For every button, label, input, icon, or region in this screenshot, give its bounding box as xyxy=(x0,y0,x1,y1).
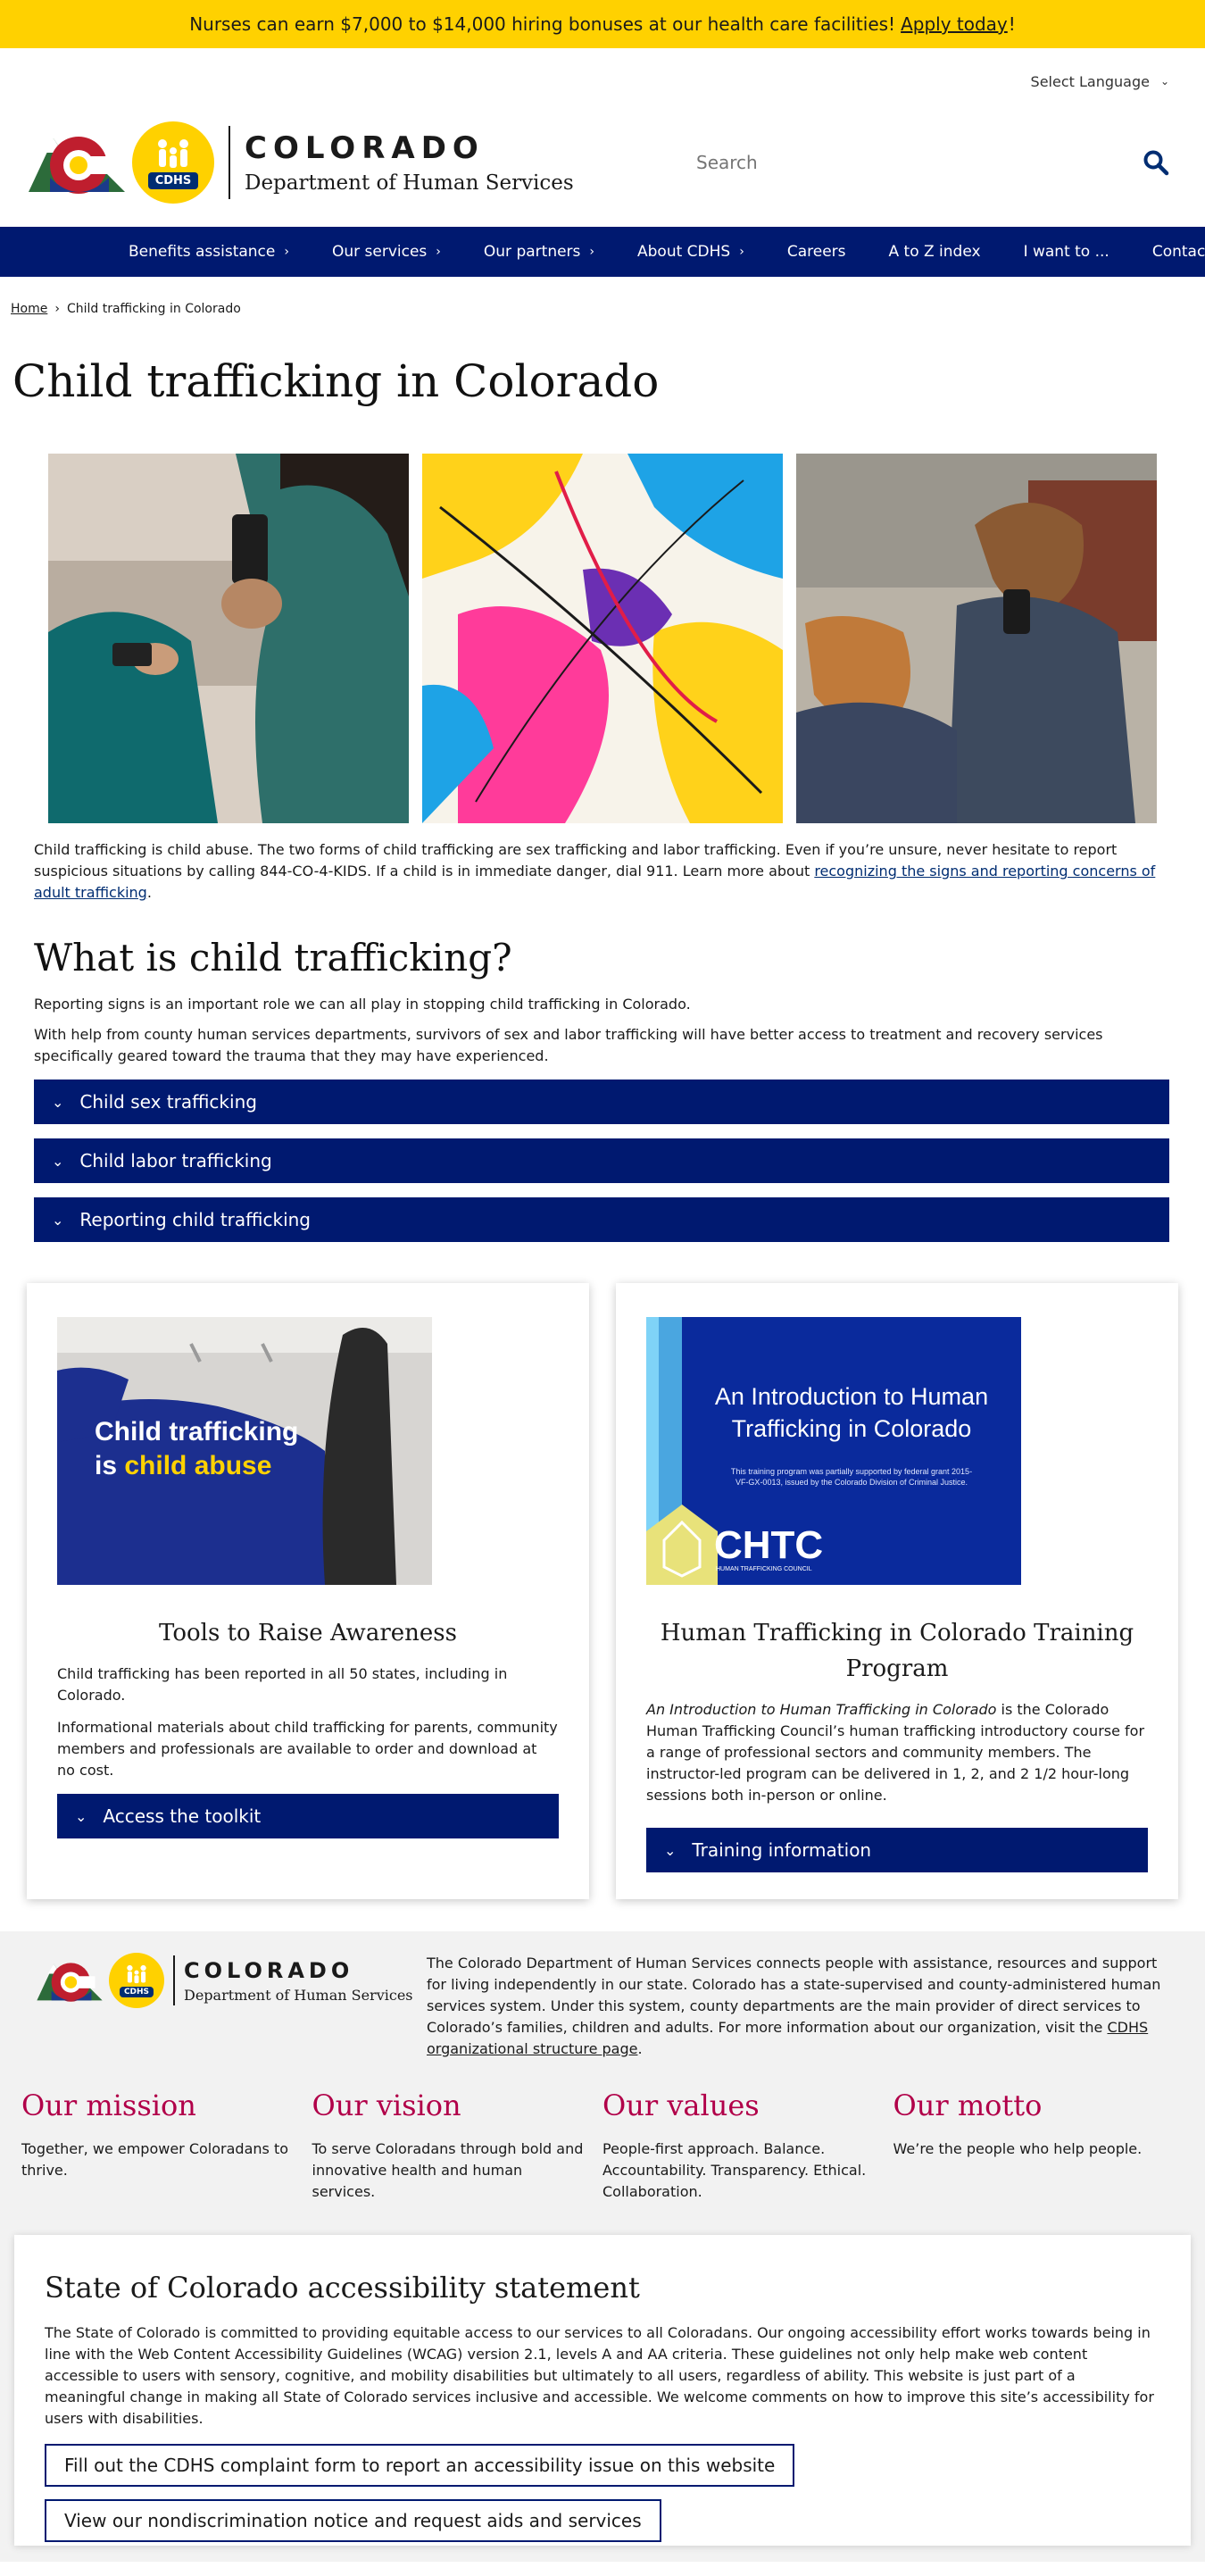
nondiscrimination-button[interactable]: View our nondiscrimination notice and re… xyxy=(45,2499,661,2542)
chtc-brand: CHTC xyxy=(714,1523,823,1567)
accordion-child-sex-trafficking[interactable]: ⌄ Child sex trafficking xyxy=(34,1080,1169,1124)
main-nav: Benefits assistance › Our services › Our p… xyxy=(0,227,1205,277)
access-toolkit-button[interactable]: ⌄ Access the toolkit xyxy=(57,1794,559,1838)
apply-today-link[interactable]: Apply today xyxy=(901,13,1008,35)
intro-paragraph: Child trafficking is child abuse. The tw… xyxy=(34,841,1156,901)
search-input[interactable] xyxy=(696,152,1071,173)
pillars: Our mission Together, we empower Colorada… xyxy=(21,2088,1184,2203)
poster-line-2a: is xyxy=(95,1451,124,1480)
chevron-down-icon: ⌄ xyxy=(52,1211,64,1229)
alert-text: Nurses can earn $7,000 to $14,000 hiring… xyxy=(189,13,896,35)
footer-logo-department: Department of Human Services xyxy=(184,1986,413,2004)
breadcrumb-current: Child trafficking in Colorado xyxy=(66,302,241,316)
pillar-vision: Our vision To serve Coloradans through bo… xyxy=(312,2088,584,2200)
what-is-p2: With help from county human services dep… xyxy=(34,1026,1103,1064)
cdhs-badge-icon: CDHS xyxy=(132,121,214,204)
alert-banner: Nurses can earn $7,000 to $14,000 hiring… xyxy=(0,0,1205,48)
chtc-brand-sub: HUMAN TRAFFICKING COUNCIL xyxy=(716,1566,812,1572)
svg-text:is child abuse: is child abuse xyxy=(95,1451,271,1480)
nav-about-cdhs[interactable]: About CDHS › xyxy=(637,243,744,261)
accordion-reporting-child-trafficking[interactable]: ⌄ Reporting child trafficking xyxy=(34,1197,1169,1242)
resource-cards: Child trafficking is child abuse Tools t… xyxy=(0,1283,1205,1899)
site-logo[interactable]: CDHS COLORADO Department of Human Servic… xyxy=(27,121,574,204)
svg-text:An Introduction to Human: An Introduction to Human xyxy=(715,1383,988,1410)
training-information-button[interactable]: ⌄ Training information xyxy=(646,1828,1148,1872)
accordion-child-labor-trafficking[interactable]: ⌄ Child labor trafficking xyxy=(34,1138,1169,1183)
page-title: Child trafficking in Colorado xyxy=(12,355,660,407)
accessibility-text: The State of Colorado is committed to pr… xyxy=(45,2324,1154,2427)
tools-card-p2: Informational materials about child traf… xyxy=(57,1719,558,1779)
tools-card: Child trafficking is child abuse Tools t… xyxy=(27,1283,589,1899)
svg-text:This training program was part: This training program was partially supp… xyxy=(731,1467,972,1476)
footer-logo-state: COLORADO xyxy=(184,1957,354,1983)
what-is-p1: Reporting signs is an important role we … xyxy=(34,996,691,1013)
complaint-form-button[interactable]: Fill out the CDHS complaint form to repo… xyxy=(45,2444,795,2487)
chevron-down-icon: ⌄ xyxy=(75,1807,87,1825)
nav-i-want-to[interactable]: I want to ... xyxy=(1024,243,1109,261)
nav-benefits-assistance[interactable]: Benefits assistance › xyxy=(129,243,289,261)
colorado-flag-logo-icon xyxy=(37,1963,103,2002)
cdhs-badge-icon: CDHS xyxy=(109,1953,164,2008)
chevron-down-icon: ⌄ xyxy=(52,1152,64,1170)
training-card-p: An Introduction to Human Trafficking in … xyxy=(646,1701,1145,1804)
chevron-down-icon: ⌄ xyxy=(1159,75,1169,88)
nav-our-partners[interactable]: Our partners › xyxy=(484,243,594,261)
tools-card-title: Tools to Raise Awareness xyxy=(159,1620,457,1646)
language-selector[interactable]: Select Language ⌄ xyxy=(0,64,1205,98)
chevron-down-icon: ⌄ xyxy=(52,1093,64,1111)
breadcrumb: Home › Child trafficking in Colorado xyxy=(0,302,1205,316)
pillar-motto: Our motto We’re the people who help peopl… xyxy=(893,2088,1143,2157)
poster-line-1: Child trafficking xyxy=(95,1417,298,1446)
nav-careers[interactable]: Careers xyxy=(787,243,846,261)
pillar-values: Our values People-first approach. Balance… xyxy=(602,2088,867,2200)
svg-text:VF-GX-0013, issued by the Colo: VF-GX-0013, issued by the Colorado Divis… xyxy=(735,1478,968,1487)
cdhs-badge-label: CDHS xyxy=(119,1987,154,1997)
hero-images xyxy=(0,454,1205,823)
child-abuse-poster-image: Child trafficking is child abuse xyxy=(57,1317,432,1585)
logo-divider xyxy=(229,126,230,199)
abstract-painting-image xyxy=(422,454,783,823)
logo-state: COLORADO xyxy=(245,130,485,166)
footer-about: The Colorado Department of Human Service… xyxy=(427,1955,1161,2057)
logo-department: Department of Human Services xyxy=(245,171,574,195)
pillar-mission: Our mission Together, we empower Colorada… xyxy=(21,2088,288,2179)
chevron-right-icon: › xyxy=(284,245,289,259)
colorado-flag-logo-icon xyxy=(29,137,125,194)
chevron-right-icon: › xyxy=(589,245,595,259)
accessibility-statement: State of Colorado accessibility statemen… xyxy=(14,2235,1191,2546)
nav-our-services[interactable]: Our services › xyxy=(332,243,441,261)
svg-text:Trafficking in Colorado: Trafficking in Colorado xyxy=(732,1415,972,1442)
chevron-right-icon: › xyxy=(739,245,744,259)
chevron-down-icon: ⌄ xyxy=(664,1841,677,1859)
site-header: CDHS COLORADO Department of Human Servic… xyxy=(0,98,1205,227)
poster-line-2b: child abuse xyxy=(124,1451,271,1480)
alert-end: ! xyxy=(1008,13,1016,35)
training-card-title: Human Trafficking in Colorado Training P… xyxy=(660,1620,1134,1682)
teens-with-phones-image xyxy=(48,454,409,823)
site-search xyxy=(696,136,1178,189)
breadcrumb-separator: › xyxy=(54,302,60,316)
footer-logo[interactable]: CDHS COLORADO Department of Human Servic… xyxy=(21,1953,414,2008)
cdhs-badge-label: CDHS xyxy=(147,171,199,189)
accessibility-heading: State of Colorado accessibility statemen… xyxy=(45,2271,640,2305)
nav-contact-us[interactable]: Contact us xyxy=(1152,243,1205,261)
search-icon[interactable] xyxy=(1143,149,1169,176)
tools-card-p1: Child trafficking has been reported in a… xyxy=(57,1665,508,1704)
chtc-training-cover-image: An Introduction to Human Trafficking in … xyxy=(646,1317,1021,1585)
language-label: Select Language xyxy=(1030,72,1150,90)
chevron-right-icon: › xyxy=(436,245,441,259)
what-is-heading: What is child trafficking? xyxy=(34,936,512,980)
breadcrumb-home-link[interactable]: Home xyxy=(11,302,47,316)
training-card: An Introduction to Human Trafficking in … xyxy=(616,1283,1178,1899)
logo-divider xyxy=(173,1955,175,2005)
site-footer: CDHS COLORADO Department of Human Servic… xyxy=(0,1931,1205,2562)
nav-a-to-z-index[interactable]: A to Z index xyxy=(889,243,981,261)
boys-with-phones-image xyxy=(796,454,1157,823)
